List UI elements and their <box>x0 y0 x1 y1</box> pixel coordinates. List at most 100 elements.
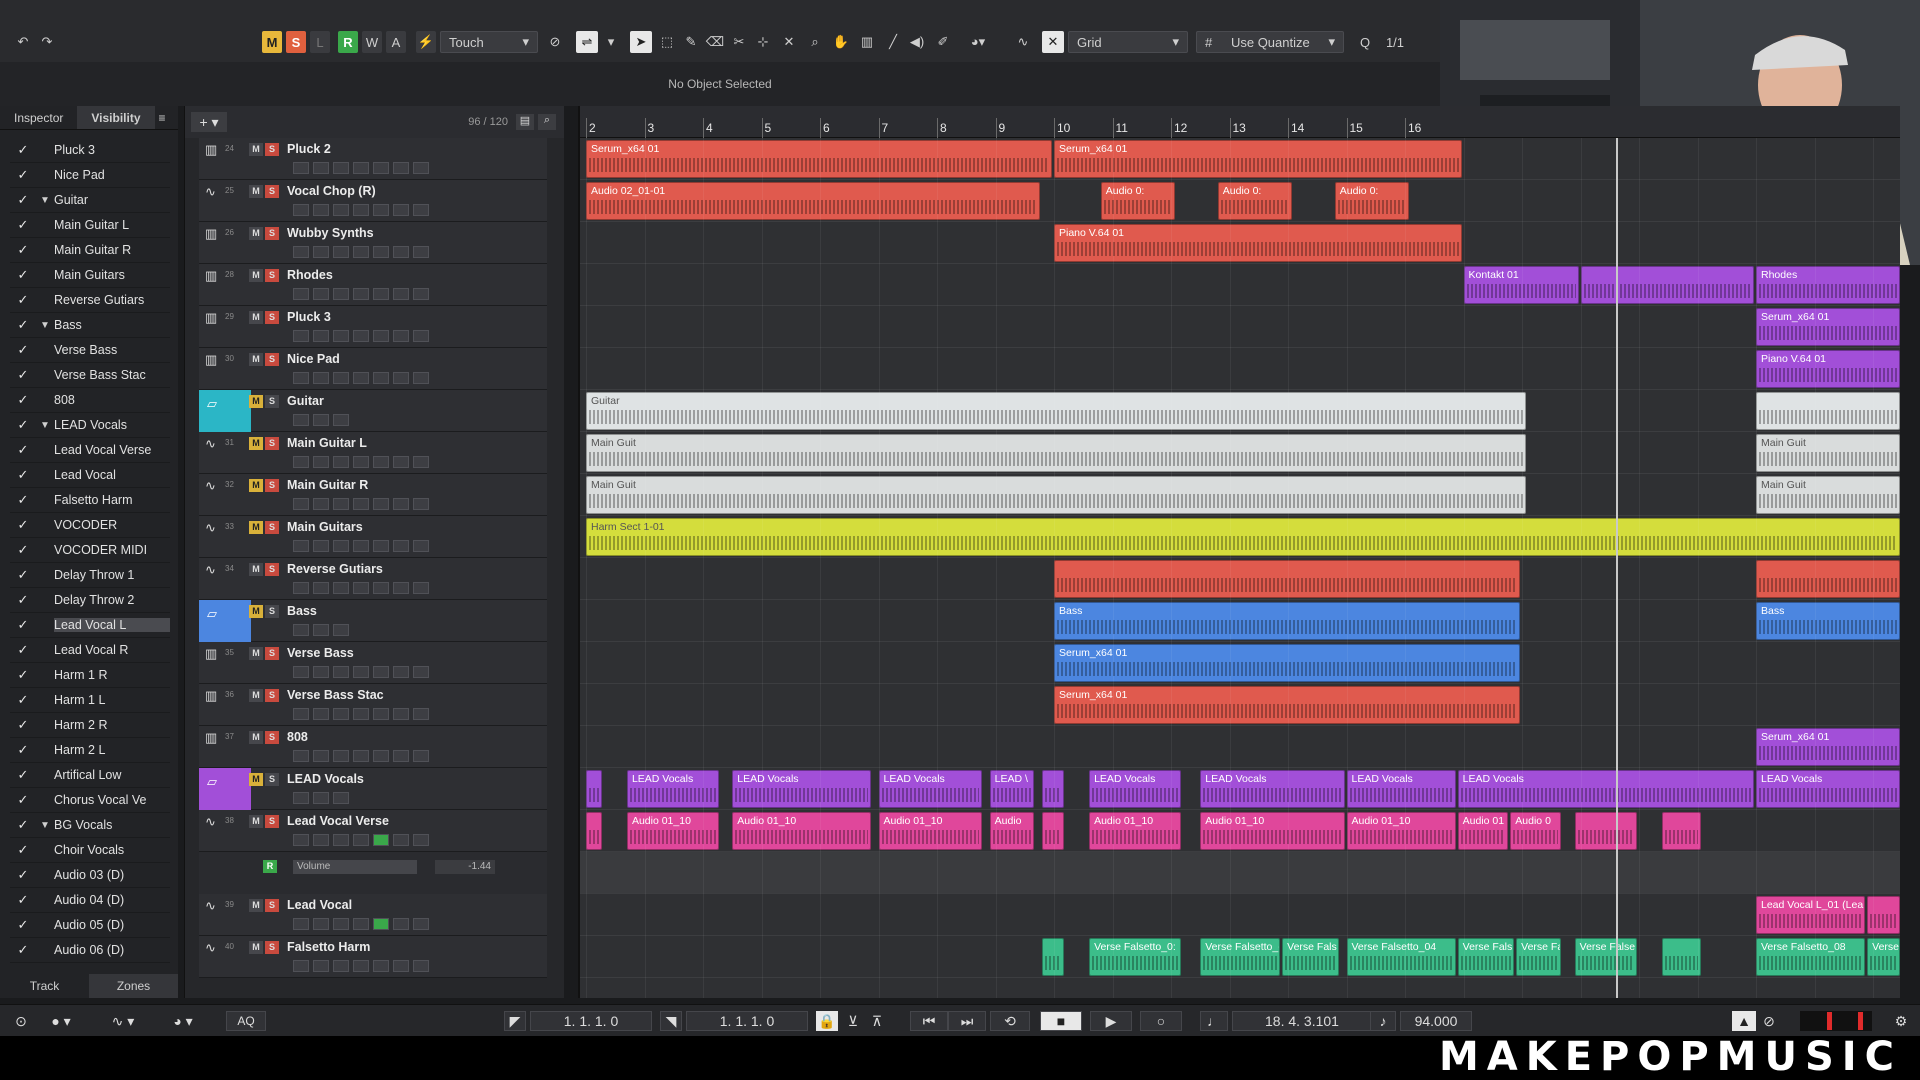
time-format-icon[interactable]: ♩ <box>1200 1011 1228 1031</box>
quantize-select[interactable]: # Use Quantize ▾ <box>1196 31 1344 53</box>
solo-button[interactable]: S <box>265 563 279 576</box>
mute-button[interactable]: M <box>249 731 263 744</box>
track-control-button[interactable] <box>313 288 329 300</box>
track-control-button[interactable] <box>373 918 389 930</box>
track-row[interactable]: ∿ 31 M S Main Guitar L <box>199 432 547 474</box>
event-clip[interactable]: Lead Vocal L_01 (Lea <box>1756 896 1866 934</box>
track-control-button[interactable] <box>373 540 389 552</box>
track-control-button[interactable] <box>413 498 429 510</box>
track-control-button[interactable] <box>413 666 429 678</box>
checkmark-icon[interactable]: ✓ <box>10 517 36 533</box>
solo-button[interactable]: S <box>265 815 279 828</box>
line-tool-icon[interactable]: ╱ <box>882 31 904 53</box>
lock-icon[interactable]: 🔒 <box>816 1011 838 1031</box>
track-control-button[interactable] <box>393 708 409 720</box>
mute-button[interactable]: M <box>249 479 263 492</box>
event-clip[interactable]: Main Guit <box>586 476 1526 514</box>
visibility-item[interactable]: ✓ Harm 1 L <box>10 688 170 713</box>
event-clip[interactable]: Audio 0 <box>1510 812 1561 850</box>
event-clip[interactable]: LEAD Vocals <box>1756 770 1900 808</box>
track-control-button[interactable] <box>313 918 329 930</box>
automation-mode-select[interactable]: Touch ▾ <box>440 31 538 53</box>
event-clip[interactable]: Rhodes <box>1756 266 1900 304</box>
visibility-item[interactable]: ✓ Verse Bass <box>10 338 170 363</box>
visibility-item[interactable]: ✓ Harm 1 R <box>10 663 170 688</box>
track-control-button[interactable] <box>373 834 389 846</box>
track-name[interactable]: Pluck 3 <box>287 310 331 324</box>
track-control-button[interactable] <box>373 666 389 678</box>
checkmark-icon[interactable]: ✓ <box>10 392 36 408</box>
snap-type-select[interactable]: Grid ▾ <box>1068 31 1188 53</box>
glue-tool-icon[interactable]: ⊹ <box>752 31 774 53</box>
track-row[interactable]: ▥ 35 M S Verse Bass <box>199 642 547 684</box>
event-clip[interactable]: Piano V.64 01 <box>1756 350 1900 388</box>
track-control-button[interactable] <box>413 582 429 594</box>
track-lane[interactable] <box>580 852 1900 894</box>
solo-button[interactable]: S <box>265 941 279 954</box>
track-control-button[interactable] <box>413 204 429 216</box>
checkmark-icon[interactable]: ✓ <box>10 367 36 383</box>
track-control-button[interactable] <box>393 540 409 552</box>
automation-parameter[interactable]: Volume <box>293 860 417 874</box>
tab-zones[interactable]: Zones <box>89 974 178 998</box>
constrain-icon[interactable]: ⊙ <box>10 1011 32 1031</box>
mute-button[interactable]: M <box>249 689 263 702</box>
mute-button[interactable]: M <box>249 605 263 618</box>
solo-button[interactable]: S <box>265 899 279 912</box>
track-control-button[interactable] <box>373 162 389 174</box>
solo-button[interactable]: S <box>265 437 279 450</box>
snap-toggle-icon[interactable]: ✕ <box>1042 31 1064 53</box>
track-control-button[interactable] <box>413 834 429 846</box>
undo-icon[interactable]: ↶ <box>12 31 34 53</box>
record-icon[interactable]: ○ <box>1140 1011 1182 1031</box>
metronome-settings-icon[interactable]: ◕ ▾ <box>166 1011 200 1031</box>
add-track-button[interactable]: + ▾ <box>191 112 227 132</box>
track-control-button[interactable] <box>393 498 409 510</box>
solo-button[interactable]: S <box>265 479 279 492</box>
mute-button[interactable]: M <box>249 311 263 324</box>
autoscroll-icon[interactable]: ⇌ <box>576 31 598 53</box>
comp-tool-icon[interactable]: ▥ <box>856 31 878 53</box>
visibility-item[interactable]: ✓ Verse Bass Stac <box>10 363 170 388</box>
automation-lane[interactable]: R Volume -1.44 <box>199 852 547 894</box>
track-name[interactable]: Bass <box>287 604 317 618</box>
checkmark-icon[interactable]: ✓ <box>10 417 36 433</box>
event-clip[interactable]: Verse False <box>1574 938 1637 976</box>
solo-button[interactable]: S <box>265 605 279 618</box>
event-clip[interactable] <box>586 770 602 808</box>
track-control-button[interactable] <box>413 288 429 300</box>
left-locator-display[interactable]: 1. 1. 1. 0 <box>530 1011 652 1031</box>
erase-tool-icon[interactable]: ⌫ <box>704 31 726 53</box>
track-row[interactable]: ▱ M S Guitar <box>199 390 547 432</box>
expand-triangle-icon[interactable]: ▼ <box>36 420 54 431</box>
folder-icon[interactable]: ▱ <box>207 606 217 622</box>
mute-tool-icon[interactable]: ✕ <box>778 31 800 53</box>
checkmark-icon[interactable]: ✓ <box>10 667 36 683</box>
checkmark-icon[interactable]: ✓ <box>10 542 36 558</box>
track-control-button[interactable] <box>373 960 389 972</box>
checkmark-icon[interactable]: ✓ <box>10 142 36 158</box>
checkmark-icon[interactable]: ✓ <box>10 242 36 258</box>
event-clip[interactable]: Bass <box>1756 602 1900 640</box>
checkmark-icon[interactable]: ✓ <box>10 442 36 458</box>
quantize-preset[interactable]: 1/1 <box>1380 31 1410 53</box>
track-row[interactable]: ▥ 28 M S Rhodes <box>199 264 547 306</box>
track-name[interactable]: Guitar <box>287 394 324 408</box>
event-clip[interactable]: Verse Fals <box>1457 938 1515 976</box>
track-control-button[interactable] <box>393 918 409 930</box>
expand-triangle-icon[interactable]: ▼ <box>36 195 54 206</box>
track-row[interactable]: ∿ 40 M S Falsetto Harm <box>199 936 547 978</box>
event-clip[interactable] <box>586 812 602 850</box>
checkmark-icon[interactable]: ✓ <box>10 792 36 808</box>
color-palette-icon[interactable]: ◕▾ <box>962 31 994 53</box>
checkmark-icon[interactable]: ✓ <box>10 192 36 208</box>
event-clip[interactable]: LEAD Vocals <box>626 770 719 808</box>
track-name[interactable]: Nice Pad <box>287 352 340 366</box>
visibility-item[interactable]: ✓ Chorus Vocal Ve <box>10 788 170 813</box>
stop-icon[interactable]: ■ <box>1040 1011 1082 1031</box>
track-name[interactable]: Verse Bass <box>287 646 354 660</box>
expand-triangle-icon[interactable]: ▼ <box>36 320 54 331</box>
track-control-button[interactable] <box>333 540 349 552</box>
track-control-button[interactable] <box>333 666 349 678</box>
event-clip[interactable]: Audio 01 <box>1457 812 1509 850</box>
